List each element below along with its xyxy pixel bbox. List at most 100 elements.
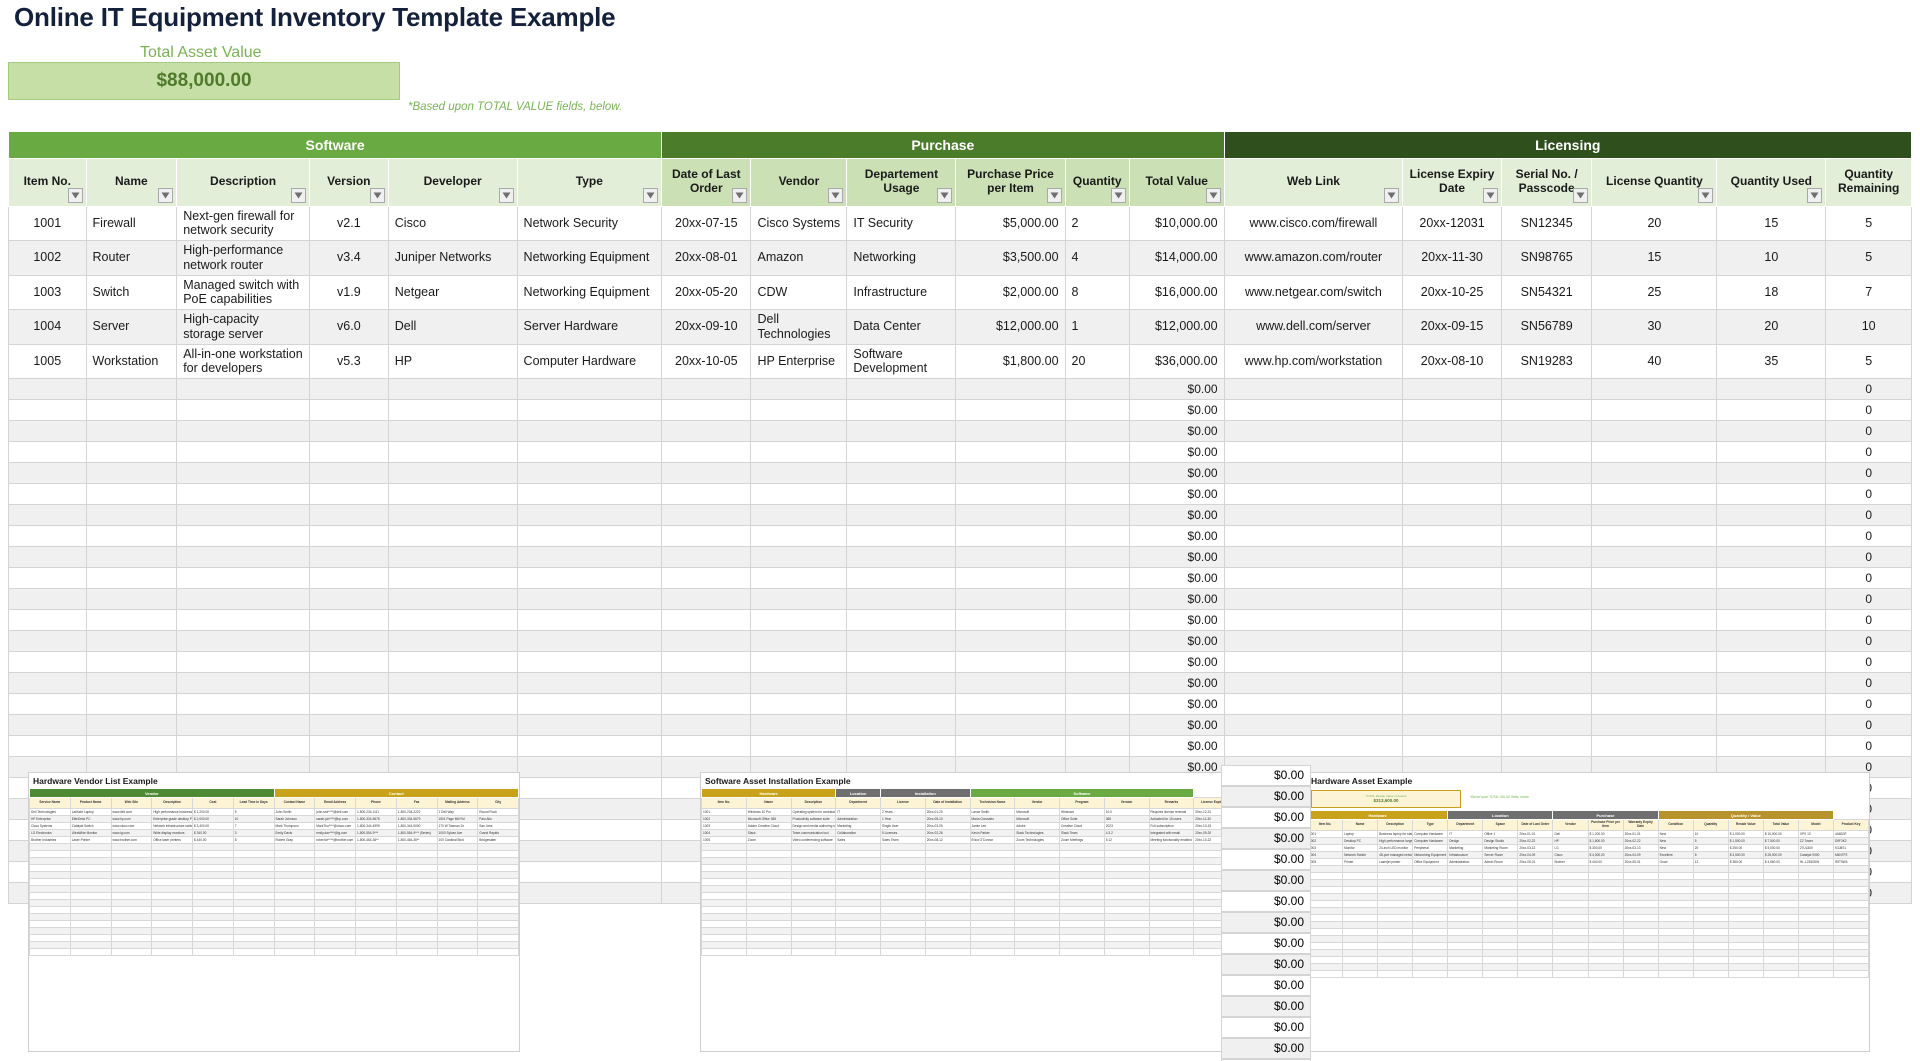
cell-department_usage[interactable] (847, 421, 956, 442)
cell-vendor[interactable] (751, 694, 847, 715)
filter-button-qty_used[interactable] (1807, 188, 1822, 203)
cell-developer[interactable]: Dell (388, 310, 517, 345)
cell-price_per_item[interactable] (956, 694, 1065, 715)
cell-license_expiry[interactable] (1403, 484, 1502, 505)
cell-date_last_order[interactable]: 20xx-08-01 (662, 241, 751, 276)
cell-type[interactable] (517, 568, 662, 589)
cell-serial_no[interactable] (1501, 547, 1592, 568)
cell-qty_used[interactable] (1717, 400, 1826, 421)
cell-developer[interactable] (388, 505, 517, 526)
cell-developer[interactable] (388, 694, 517, 715)
cell-license_qty[interactable] (1592, 673, 1717, 694)
cell-department_usage[interactable] (847, 652, 956, 673)
cell-date_last_order[interactable] (662, 652, 751, 673)
cell-price_per_item[interactable] (956, 505, 1065, 526)
cell-price_per_item[interactable]: $1,800.00 (956, 344, 1065, 379)
cell-name[interactable] (86, 484, 177, 505)
cell-department_usage[interactable] (847, 610, 956, 631)
cell-license_expiry[interactable] (1403, 652, 1502, 673)
cell-description[interactable] (177, 547, 310, 568)
cell-department_usage[interactable] (847, 694, 956, 715)
cell-price_per_item[interactable] (956, 736, 1065, 757)
cell-name[interactable]: Server (86, 310, 177, 345)
cell-serial_no[interactable]: SN56789 (1501, 310, 1592, 345)
thumbnail-software-asset-installation[interactable]: Software Asset Installation ExampleHardw… (700, 772, 1240, 1052)
cell-qty_used[interactable] (1717, 442, 1826, 463)
cell-license_expiry[interactable] (1403, 631, 1502, 652)
cell-web_link[interactable] (1224, 652, 1403, 673)
cell-description[interactable]: High-performance network router (177, 241, 310, 276)
cell-version[interactable] (309, 400, 388, 421)
cell-qty_used[interactable] (1717, 736, 1826, 757)
table-row-empty[interactable]: $0.000 (9, 673, 1912, 694)
cell-description[interactable] (177, 673, 310, 694)
cell-vendor[interactable] (751, 484, 847, 505)
cell-department_usage[interactable]: Software Development (847, 344, 956, 379)
table-row-empty[interactable]: $0.000 (9, 694, 1912, 715)
table-row-empty[interactable]: $0.000 (9, 526, 1912, 547)
cell-department_usage[interactable] (847, 505, 956, 526)
cell-qty_used[interactable] (1717, 652, 1826, 673)
cell-quantity[interactable]: 2 (1065, 206, 1129, 241)
cell-web_link[interactable] (1224, 610, 1403, 631)
cell-date_last_order[interactable] (662, 547, 751, 568)
cell-license_qty[interactable] (1592, 715, 1717, 736)
cell-name[interactable] (86, 547, 177, 568)
cell-name[interactable] (86, 421, 177, 442)
cell-total_value[interactable]: $0.00 (1129, 484, 1224, 505)
cell-web_link[interactable] (1224, 526, 1403, 547)
cell-vendor[interactable] (751, 673, 847, 694)
cell-web_link[interactable] (1224, 568, 1403, 589)
cell-serial_no[interactable] (1501, 694, 1592, 715)
cell-version[interactable] (309, 694, 388, 715)
cell-qty_used[interactable]: 10 (1717, 241, 1826, 276)
cell-license_expiry[interactable]: 20xx-09-15 (1403, 310, 1502, 345)
cell-type[interactable]: Networking Equipment (517, 241, 662, 276)
cell-license_qty[interactable]: 15 (1592, 241, 1717, 276)
filter-button-license_expiry[interactable] (1483, 188, 1498, 203)
cell-date_last_order[interactable] (662, 568, 751, 589)
cell-type[interactable] (517, 799, 662, 820)
cell-license_expiry[interactable] (1403, 400, 1502, 421)
cell-total_value[interactable]: $0.00 (1129, 589, 1224, 610)
cell-license_expiry[interactable]: 20xx-08-10 (1403, 344, 1502, 379)
cell-version[interactable] (309, 610, 388, 631)
cell-qty_used[interactable]: 20 (1717, 310, 1826, 345)
cell-total_value[interactable]: $12,000.00 (1129, 310, 1224, 345)
cell-department_usage[interactable]: Data Center (847, 310, 956, 345)
cell-total_value[interactable]: $0.00 (1129, 568, 1224, 589)
cell-vendor[interactable]: Amazon (751, 241, 847, 276)
cell-price_per_item[interactable] (956, 589, 1065, 610)
cell-vendor[interactable] (751, 736, 847, 757)
cell-web_link[interactable] (1224, 589, 1403, 610)
cell-name[interactable] (86, 589, 177, 610)
cell-total_value[interactable]: $0.00 (1129, 379, 1224, 400)
cell-vendor[interactable] (751, 421, 847, 442)
cell-total-value[interactable]: $0.00 (1221, 765, 1311, 786)
cell-version[interactable] (309, 715, 388, 736)
cell-description[interactable] (177, 652, 310, 673)
filter-button-vendor[interactable] (828, 188, 843, 203)
cell-total_value[interactable]: $0.00 (1129, 421, 1224, 442)
cell-price_per_item[interactable] (956, 400, 1065, 421)
cell-type[interactable]: Server Hardware (517, 310, 662, 345)
cell-total_value[interactable]: $0.00 (1129, 526, 1224, 547)
cell-type[interactable] (517, 442, 662, 463)
cell-qty_used[interactable] (1717, 715, 1826, 736)
cell-web_link[interactable]: www.cisco.com/firewall (1224, 206, 1403, 241)
cell-description[interactable] (177, 736, 310, 757)
cell-description[interactable] (177, 463, 310, 484)
cell-item_no[interactable]: 1001 (9, 206, 87, 241)
cell-date_last_order[interactable] (662, 400, 751, 421)
cell-date_last_order[interactable] (662, 589, 751, 610)
cell-quantity[interactable] (1065, 400, 1129, 421)
cell-qty_used[interactable]: 35 (1717, 344, 1826, 379)
cell-web_link[interactable] (1224, 484, 1403, 505)
filter-button-license_qty[interactable] (1698, 188, 1713, 203)
filter-button-description[interactable] (291, 188, 306, 203)
cell-developer[interactable] (388, 547, 517, 568)
cell-license_qty[interactable] (1592, 484, 1717, 505)
cell-total-value[interactable]: $0.00 (1221, 786, 1311, 807)
cell-name[interactable] (86, 694, 177, 715)
cell-vendor[interactable]: Cisco Systems (751, 206, 847, 241)
